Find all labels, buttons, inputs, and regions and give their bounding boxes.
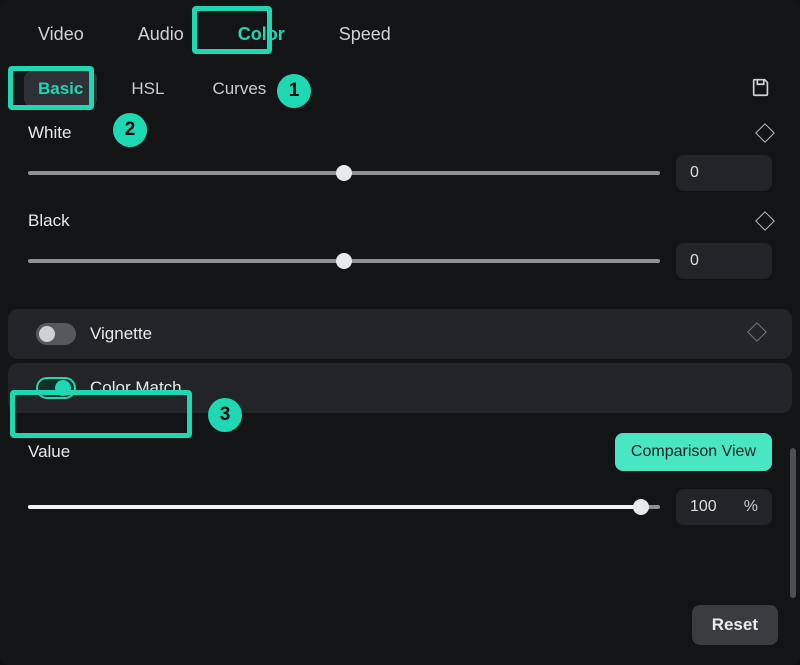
vignette-toggle[interactable] <box>36 323 76 345</box>
tab-video[interactable]: Video <box>28 18 94 51</box>
comparison-view-button[interactable]: Comparison View <box>615 433 772 471</box>
subtab-hsl[interactable]: HSL <box>117 71 178 107</box>
black-value: 0 <box>690 252 699 270</box>
tab-color[interactable]: Color <box>228 18 295 51</box>
color-match-label: Color Match <box>90 378 182 398</box>
keyframe-icon[interactable] <box>755 123 775 143</box>
top-tab-bar: Video Audio Color Speed <box>0 0 800 59</box>
subtab-curves[interactable]: Curves <box>198 71 280 107</box>
black-slider-group: Black 0 <box>0 205 800 293</box>
white-value: 0 <box>690 164 699 182</box>
vignette-label: Vignette <box>90 324 152 344</box>
value-section: Value Comparison View 100 % <box>0 413 800 533</box>
save-preset-button[interactable] <box>750 76 776 103</box>
color-match-toggle[interactable] <box>36 377 76 399</box>
white-slider-group: White 0 <box>0 117 800 205</box>
tab-speed[interactable]: Speed <box>329 18 401 51</box>
sub-tab-bar: Basic HSL Curves <box>0 59 800 117</box>
tab-audio[interactable]: Audio <box>128 18 194 51</box>
subtab-basic[interactable]: Basic <box>24 71 97 107</box>
value-label: Value <box>28 442 70 462</box>
white-value-input[interactable]: 0 <box>676 155 772 191</box>
save-icon <box>750 76 772 98</box>
keyframe-icon[interactable] <box>755 211 775 231</box>
value-slider[interactable] <box>28 497 660 517</box>
footer: Reset <box>692 605 778 645</box>
white-label: White <box>28 123 71 143</box>
value-unit: % <box>744 498 758 516</box>
reset-button[interactable]: Reset <box>692 605 778 645</box>
value-number: 100 <box>690 498 717 516</box>
color-match-row: Color Match <box>8 363 792 413</box>
scrollbar[interactable] <box>790 448 796 598</box>
black-slider[interactable] <box>28 251 660 271</box>
keyframe-icon[interactable] <box>747 322 767 342</box>
white-slider[interactable] <box>28 163 660 183</box>
toggle-section: Vignette Color Match <box>0 309 800 413</box>
value-input[interactable]: 100 % <box>676 489 772 525</box>
vignette-row: Vignette <box>8 309 792 359</box>
black-value-input[interactable]: 0 <box>676 243 772 279</box>
black-label: Black <box>28 211 70 231</box>
